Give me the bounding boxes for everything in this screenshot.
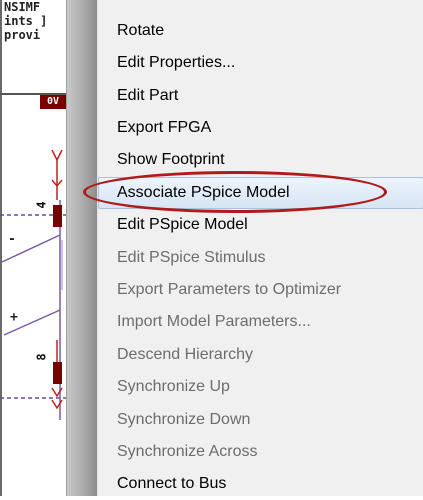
menu-item-edit-pspice-model[interactable]: Edit PSpice Model — [98, 209, 423, 241]
menu-item-associate-pspice-model[interactable]: Associate PSpice Model — [98, 177, 423, 209]
menu-item-synchronize-up[interactable]: Synchronize Up — [98, 371, 423, 403]
menu-item-edit-properties[interactable]: Edit Properties... — [98, 47, 423, 79]
menu-item-import-model-parameters[interactable]: Import Model Parameters... — [98, 306, 423, 338]
pin-marker — [51, 149, 63, 162]
menu-item-edit-part[interactable]: Edit Part — [98, 80, 423, 112]
menu-item-descend-hierarchy[interactable]: Descend Hierarchy — [98, 339, 423, 371]
menu-item-rotate[interactable]: Rotate — [98, 15, 423, 47]
pin-number: 4 — [34, 201, 49, 209]
menu-item-connect-to-bus[interactable]: Connect to Bus — [98, 468, 423, 500]
menu-item-export-parameters-to-optimizer[interactable]: Export Parameters to Optimizer — [98, 274, 423, 306]
context-menu: Rotate Edit Properties... Edit Part Expo… — [66, 0, 423, 496]
inverting-input-sign: - — [8, 232, 16, 247]
menu-item-synchronize-down[interactable]: Synchronize Down — [98, 404, 423, 436]
menu-item-synchronize-across[interactable]: Synchronize Across — [98, 436, 423, 468]
menu-icon-gutter — [67, 0, 97, 496]
pin-number: 8 — [34, 353, 49, 361]
menu-item-edit-pspice-stimulus[interactable]: Edit PSpice Stimulus — [98, 242, 423, 274]
pin-block — [53, 205, 62, 227]
noninverting-input-sign: + — [10, 310, 18, 325]
menu-item-show-footprint[interactable]: Show Footprint — [98, 144, 423, 176]
menu-item-export-fpga[interactable]: Export FPGA — [98, 112, 423, 144]
pin-block — [53, 362, 62, 384]
